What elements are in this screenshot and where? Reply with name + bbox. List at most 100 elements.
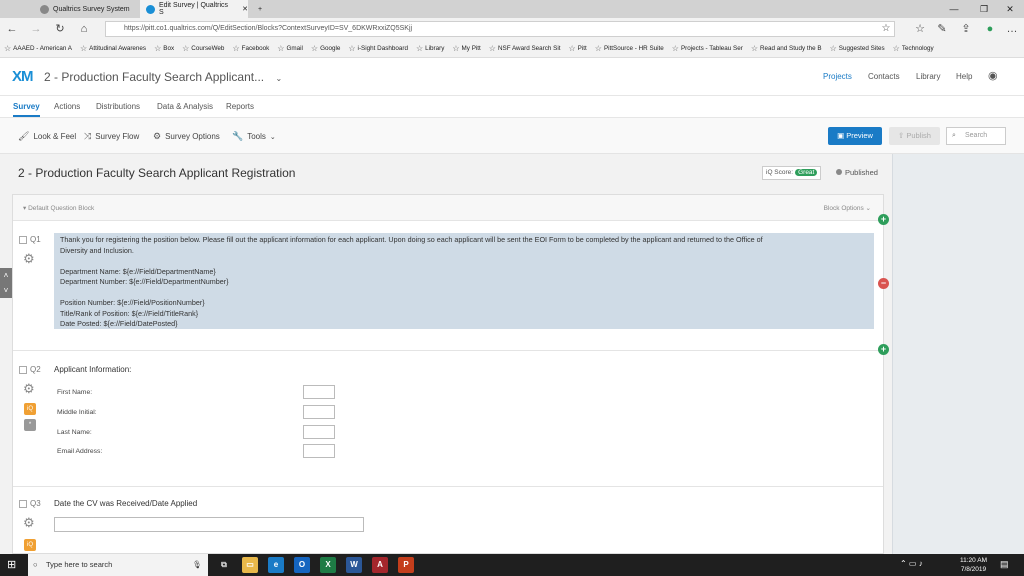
question-q3[interactable]: Q3 ⚙ iQ Date the CV was Received/Date Ap… <box>13 487 883 555</box>
bookmark-item[interactable]: ☆ CourseWeb <box>182 44 224 53</box>
add-question-above-icon[interactable]: + <box>878 214 889 225</box>
bookmark-item[interactable]: ☆ Google <box>311 44 340 53</box>
bookmark-item[interactable]: ☆ NSF Award Search Sit <box>489 44 561 53</box>
extension-icon[interactable]: ● <box>982 21 998 37</box>
minimize-icon[interactable]: — <box>940 0 968 18</box>
notifications-icon[interactable]: ▤ <box>1000 559 1009 570</box>
microphone-icon[interactable]: 🎙 <box>192 554 202 576</box>
excel-icon[interactable]: X <box>320 557 336 573</box>
bookmark-item[interactable]: ☆ Gmail <box>277 44 303 53</box>
edge-browser-icon[interactable]: e <box>268 557 284 573</box>
add-question-below-icon[interactable]: + <box>878 344 889 355</box>
close-window-icon[interactable]: ✕ <box>996 0 1024 18</box>
nav-contacts[interactable]: Contacts <box>868 72 900 81</box>
tab-reports[interactable]: Reports <box>226 102 254 111</box>
url-input[interactable]: https://pitt.co1.qualtrics.com/Q/EditSec… <box>105 21 895 37</box>
survey-title-dropdown[interactable]: 2 - Production Faculty Search Applicant.… <box>44 70 282 84</box>
survey-options-button[interactable]: ⚙ Survey Options <box>153 131 220 142</box>
bookmark-item[interactable]: ☆ My Pitt <box>452 44 480 53</box>
browser-tab-active[interactable]: Edit Survey | Qualtrics S ✕ <box>140 0 248 18</box>
home-icon[interactable]: ⌂ <box>76 21 92 37</box>
bookmark-item[interactable]: ☆ Suggested Sites <box>830 44 885 53</box>
iq-warning-icon[interactable]: iQ <box>24 403 36 415</box>
publish-button[interactable]: ⇧ Publish <box>889 127 940 145</box>
taskbar-clock[interactable]: 11:20 AM 7/8/2019 <box>960 556 987 574</box>
xm-logo[interactable]: XM <box>12 68 33 85</box>
bookmark-item[interactable]: ☆ Read and Study the B <box>751 44 822 53</box>
chevron-up-icon[interactable]: ˄ <box>0 268 12 283</box>
last-name-field[interactable] <box>303 425 335 439</box>
question-q2[interactable]: Q2 ⚙ iQ * Applicant Information: First N… <box>13 351 883 487</box>
side-scroll-arrows[interactable]: ˄ ˅ <box>0 268 12 298</box>
file-explorer-icon[interactable]: ▭ <box>242 557 258 573</box>
tools-dropdown[interactable]: 🔧 Tools ⌄ <box>232 131 276 142</box>
word-icon[interactable]: W <box>346 557 362 573</box>
email-field[interactable] <box>303 444 335 458</box>
question-text[interactable]: Thank you for registering the position b… <box>54 233 874 329</box>
share-icon[interactable]: ⇪ <box>958 21 974 37</box>
star-icon: ☆ <box>348 44 356 53</box>
gear-icon[interactable]: ⚙ <box>23 515 35 531</box>
iq-warning-icon[interactable]: iQ <box>24 539 36 551</box>
question-q1[interactable]: Q1 ⚙ Thank you for registering the posit… <box>13 221 883 351</box>
gear-icon[interactable]: ⚙ <box>23 251 35 267</box>
browser-tab[interactable]: Qualtrics Survey System <box>34 0 140 18</box>
back-icon[interactable]: ← <box>4 21 20 37</box>
nav-help[interactable]: Help <box>956 72 972 81</box>
favorites-hub-icon[interactable]: ☆ <box>912 21 928 37</box>
gear-icon[interactable]: ⚙ <box>23 381 35 397</box>
question-checkbox[interactable] <box>19 499 27 508</box>
system-tray-icons[interactable]: ⌃ ▭ ♪ <box>900 559 923 568</box>
refresh-icon[interactable]: ↻ <box>52 21 68 37</box>
middle-initial-field[interactable] <box>303 405 335 419</box>
nav-library[interactable]: Library <box>916 72 940 81</box>
nav-projects[interactable]: Projects <box>823 72 852 81</box>
bookmark-item[interactable]: ☆ Box <box>154 44 174 53</box>
iq-score-badge[interactable]: iQ Score: Great <box>762 166 822 180</box>
right-side-panel <box>892 154 1024 554</box>
tab-survey[interactable]: Survey <box>13 102 40 117</box>
maximize-icon[interactable]: ❐ <box>970 0 998 18</box>
first-name-field[interactable] <box>303 385 335 399</box>
bookmark-item[interactable]: ☆ Library <box>416 44 444 53</box>
user-account-icon[interactable]: ◉ <box>988 69 998 82</box>
bookmark-item[interactable]: ☆ i-Sight Dashboard <box>348 44 408 53</box>
question-title[interactable]: Applicant Information: <box>54 365 131 374</box>
question-checkbox[interactable] <box>19 365 27 374</box>
close-tab-icon[interactable]: ✕ <box>242 5 248 13</box>
more-icon[interactable]: … <box>1004 21 1020 37</box>
preview-button[interactable]: ▣ Preview <box>828 127 882 145</box>
access-icon[interactable]: A <box>372 557 388 573</box>
outlook-icon[interactable]: O <box>294 557 310 573</box>
tab-actions[interactable]: Actions <box>54 102 80 111</box>
windows-start-icon[interactable]: ⊞ <box>7 558 16 571</box>
question-title[interactable]: Date the CV was Received/Date Applied <box>54 499 197 508</box>
question-number: Q3 <box>19 499 41 508</box>
search-input[interactable]: ⌕ Search <box>946 127 1006 145</box>
tab-data-analysis[interactable]: Data & Analysis <box>157 102 213 111</box>
task-view-icon[interactable]: ⧉ <box>216 557 232 573</box>
block-options-dropdown[interactable]: Block Options ⌄ <box>824 204 871 212</box>
block-name[interactable]: ▾ Default Question Block <box>23 204 94 212</box>
taskbar-search-input[interactable]: ○ Type here to search 🎙 <box>28 554 208 576</box>
bookmark-item[interactable]: ☆ Facebook <box>232 44 269 53</box>
favorite-star-icon[interactable]: ☆ <box>878 21 894 37</box>
bookmark-item[interactable]: ☆ Attitudinal Awarenes <box>80 44 146 53</box>
survey-flow-button[interactable]: ⤨ Survey Flow <box>84 131 139 142</box>
look-feel-button[interactable]: 🖌 Look & Feel <box>18 131 76 142</box>
remove-question-icon[interactable]: − <box>878 278 889 289</box>
bookmark-item[interactable]: ☆ Projects - Tableau Ser <box>672 44 743 53</box>
question-checkbox[interactable] <box>19 235 27 244</box>
required-asterisk-icon[interactable]: * <box>24 419 36 431</box>
bookmark-item[interactable]: ☆ AAAED - American A <box>4 44 72 53</box>
bookmark-item[interactable]: ☆ PittSource - HR Suite <box>595 44 664 53</box>
tab-distributions[interactable]: Distributions <box>96 102 140 111</box>
bookmark-item[interactable]: ☆ Pitt <box>569 44 587 53</box>
forward-icon[interactable]: → <box>28 21 44 37</box>
date-received-field[interactable] <box>54 517 364 532</box>
chevron-down-icon[interactable]: ˅ <box>0 283 12 298</box>
new-tab-icon[interactable]: + <box>252 0 262 18</box>
bookmark-item[interactable]: ☆ Technology <box>893 44 934 53</box>
powerpoint-icon[interactable]: P <box>398 557 414 573</box>
pen-icon[interactable]: ✎ <box>934 21 950 37</box>
